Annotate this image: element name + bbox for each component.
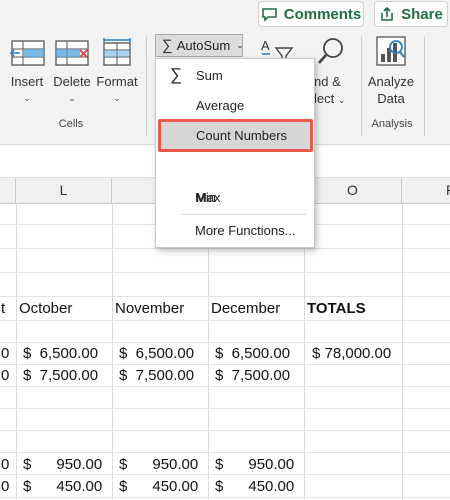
menu-item-more-functions-label: More Functions... [195, 223, 296, 238]
table-cell[interactable]: $ 7,500.00 [215, 367, 290, 384]
find-label-line2-text: lect [314, 91, 335, 106]
cell-fragment[interactable]: t [1, 300, 5, 317]
magnifier-icon [318, 38, 343, 64]
find-label-line1: nd & [314, 74, 341, 89]
cell-fragment[interactable]: 0 [1, 478, 9, 495]
table-cell[interactable]: $ 950.00 [23, 456, 102, 473]
menu-item-average-label: Average [196, 98, 245, 113]
menu-item-more-functions[interactable]: More Functions... [155, 216, 313, 246]
menu-item-sum[interactable]: ∑ Sum [156, 61, 314, 91]
insert-label: Insert [10, 74, 44, 89]
menu-item-count-numbers[interactable]: Count Numbers [158, 119, 313, 152]
cells-group-label: Cells [58, 118, 84, 130]
menu-item-sum-label: Sum [196, 68, 223, 83]
cell-fragment[interactable]: 0 [1, 345, 9, 362]
table-cell[interactable]: $ 450.00 [119, 478, 198, 495]
format-label: Format [96, 74, 138, 89]
comments-label: Comments [283, 5, 362, 23]
grid-line [0, 364, 450, 365]
header-cell-november[interactable]: November [115, 300, 184, 317]
menu-item-min-label: Min [195, 190, 216, 205]
svg-text:A: A [261, 38, 270, 53]
comments-button[interactable]: Comments [258, 1, 364, 27]
table-cell[interactable]: $ 7,500.00 [119, 367, 194, 384]
sigma-icon: ∑ [162, 37, 173, 54]
grid-line [0, 452, 450, 453]
sigma-icon: ∑ [170, 65, 183, 84]
column-header-p-label: P [446, 178, 450, 203]
analyze-label-line1: Analyze [367, 74, 415, 89]
table-cell[interactable]: $ 6,500.00 [215, 345, 290, 362]
share-button[interactable]: Share [374, 1, 448, 27]
autosum-label: AutoSum [176, 38, 231, 53]
column-header-l[interactable]: L [16, 178, 112, 203]
menu-separator [182, 214, 307, 215]
autosum-button[interactable]: ∑ AutoSum ⌄ [155, 34, 244, 57]
grid-line [0, 342, 450, 343]
cell-fragment[interactable]: 0 [1, 367, 9, 384]
chevron-down-icon: ⌄ [68, 93, 76, 103]
grid-line [0, 430, 450, 431]
analyze-data-button[interactable]: Analyze Data [364, 34, 418, 114]
comment-icon [261, 7, 277, 22]
insert-cells-button[interactable]: Insert ⌄ [6, 36, 48, 108]
ribbon-divider [424, 36, 425, 136]
share-icon [381, 6, 393, 21]
analyze-data-icon [376, 36, 406, 66]
chevron-down-icon: ⌄ [23, 93, 31, 103]
find-label-line2: lect ⌄ [314, 91, 358, 106]
menu-item-min[interactable]: Min [155, 183, 313, 213]
header-cell-october[interactable]: October [19, 300, 72, 317]
format-cells-icon [103, 38, 131, 66]
grid-line [0, 408, 450, 409]
menu-item-average[interactable]: Average [156, 91, 314, 121]
header-cell-december[interactable]: December [211, 300, 280, 317]
chevron-down-icon: ⌄ [337, 95, 346, 105]
analyze-label-line2: Data [377, 91, 405, 106]
grid-line [0, 296, 450, 297]
table-cell[interactable]: $ 7,500.00 [23, 367, 98, 384]
delete-cells-icon [55, 40, 89, 66]
delete-label: Delete [53, 74, 91, 89]
chevron-down-icon: ⌄ [113, 93, 121, 103]
find-select-button[interactable]: nd & lect ⌄ [314, 36, 358, 108]
table-cell[interactable]: $ 450.00 [215, 478, 294, 495]
grid-line [0, 386, 450, 387]
chevron-down-icon: ⌄ [236, 40, 244, 50]
ribbon-divider [146, 36, 147, 136]
column-header-o[interactable]: O [304, 178, 402, 203]
grid-line [0, 320, 450, 321]
column-header-p[interactable]: P [402, 178, 450, 203]
table-cell[interactable]: $ 450.00 [23, 478, 102, 495]
table-cell[interactable]: $ 6,500.00 [119, 345, 194, 362]
table-cell[interactable]: $ 950.00 [215, 456, 294, 473]
column-header-partial[interactable] [0, 178, 16, 203]
header-cell-totals[interactable]: TOTALS [307, 300, 366, 317]
share-label: Share [401, 5, 443, 23]
menu-item-count-numbers-label: Count Numbers [196, 128, 288, 143]
cell-fragment[interactable]: 0 [1, 456, 9, 473]
delete-cells-button[interactable]: Delete ⌄ [50, 36, 94, 108]
grid-line [0, 248, 450, 249]
format-cells-button[interactable]: Format ⌄ [96, 36, 138, 108]
grid-line [0, 272, 450, 273]
table-cell[interactable]: $ 6,500.00 [23, 345, 98, 362]
grid-line [0, 497, 450, 498]
grid-line [0, 474, 450, 475]
analysis-group-label: Analysis [371, 118, 413, 130]
table-cell[interactable]: $ 950.00 [119, 456, 198, 473]
table-cell-total[interactable]: $ 78,000.00 [312, 345, 391, 362]
insert-cells-icon [10, 40, 45, 66]
